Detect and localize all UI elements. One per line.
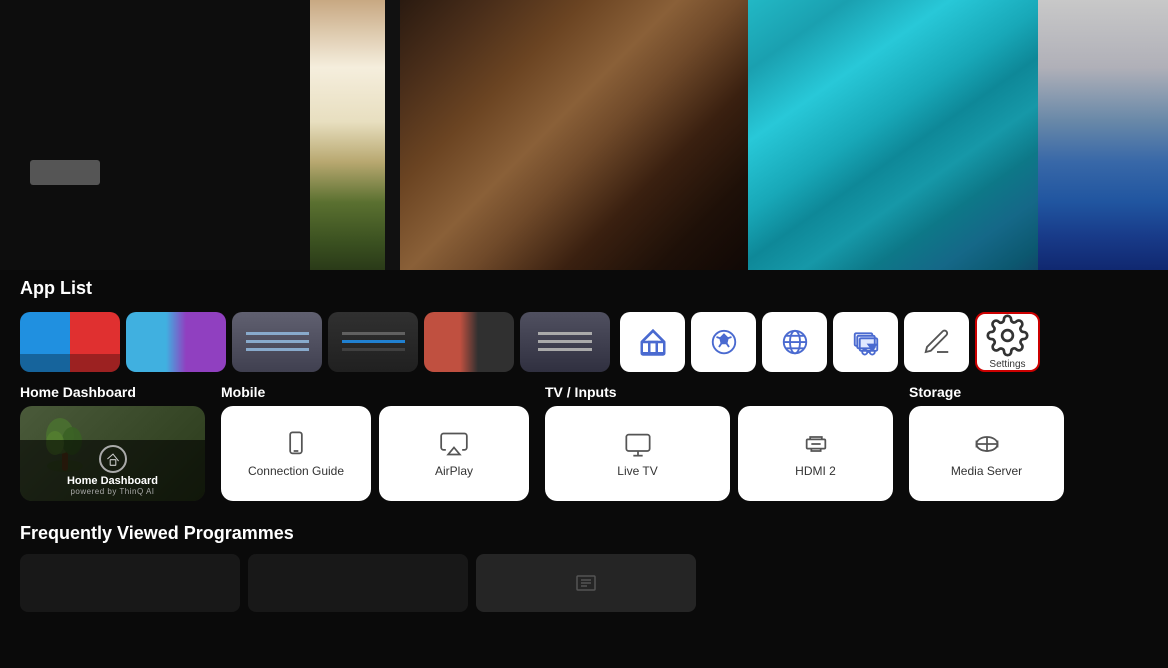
media-server-label: Media Server [951, 464, 1022, 478]
tv-inputs-items: Live TV HDMI 2 [545, 406, 893, 501]
app-tile-5[interactable] [424, 312, 514, 372]
app-tile-3[interactable] [232, 312, 322, 372]
home-icon [638, 327, 668, 357]
small-label-box [30, 160, 100, 185]
airplay-label: AirPlay [435, 464, 473, 478]
thinq-badge: powered by ThinQ AI [70, 487, 154, 496]
bg-dark-left [0, 0, 310, 270]
freq-item-2[interactable] [248, 554, 468, 612]
hdmi2-label: HDMI 2 [795, 464, 836, 478]
app-tile-4[interactable] [328, 312, 418, 372]
frequently-viewed-items [20, 554, 1148, 612]
home-dashboard-label: Home Dashboard [67, 475, 158, 487]
airplay-icon [440, 430, 468, 458]
app-tile-2[interactable] [126, 312, 226, 372]
home-icon-circle [99, 445, 127, 473]
bg-thumb-teal [748, 0, 1038, 270]
freq-item-3[interactable] [476, 554, 696, 612]
mobile-title: Mobile [221, 384, 529, 400]
tv-icon [624, 430, 652, 458]
app-tile-1[interactable] [20, 312, 120, 372]
app-tile-home-icon[interactable] [620, 312, 685, 372]
bg-thumb-blue [1038, 0, 1168, 270]
live-tv-label: Live TV [617, 464, 657, 478]
connection-guide-card[interactable]: Connection Guide [221, 406, 371, 501]
settings-icon-gear [986, 314, 1029, 357]
app-tile-settings-icon[interactable]: Settings [975, 312, 1040, 372]
media-library-icon [851, 327, 881, 357]
soccer-icon [709, 327, 739, 357]
app-tile-edit-icon[interactable] [904, 312, 969, 372]
frequently-viewed-title: Frequently Viewed Programmes [20, 515, 1148, 544]
connection-guide-label: Connection Guide [248, 464, 344, 478]
globe-icon [780, 327, 810, 357]
media-server-icon [973, 430, 1001, 458]
app-list-row: Settings [20, 309, 1148, 374]
background-thumbnails [0, 0, 1168, 270]
storage-section: Storage Media Server [909, 384, 1064, 501]
hdmi-icon [802, 430, 830, 458]
app-tile-6[interactable] [520, 312, 610, 372]
home-dashboard-card[interactable]: Home Dashboard powered by ThinQ AI [20, 406, 205, 501]
bg-gap1 [385, 0, 400, 270]
storage-items: Media Server [909, 406, 1064, 501]
app-tile-6-lines [538, 340, 592, 343]
app-tile-3-lines [246, 340, 309, 343]
list-icon [574, 571, 598, 595]
app-tile-4-lines [342, 340, 405, 343]
frequently-viewed-section: Frequently Viewed Programmes [20, 515, 1148, 612]
mobile-items: Connection Guide AirPlay [221, 406, 529, 501]
bg-thumb-earth [400, 0, 748, 270]
bg-thumb-book [310, 0, 385, 270]
app-tile-soccer-icon[interactable] [691, 312, 756, 372]
mobile-section: Mobile Connection Guide AirPlay [221, 384, 529, 501]
hdmi2-card[interactable]: HDMI 2 [738, 406, 893, 501]
settings-label: Settings [989, 359, 1025, 370]
app-list-title: App List [20, 270, 1148, 299]
categories-row: Home Dashboard [20, 384, 1148, 501]
app-tile-media-icon[interactable] [833, 312, 898, 372]
main-content: App List [0, 270, 1168, 668]
home-dashboard-section: Home Dashboard [20, 384, 205, 501]
edit-icon [922, 327, 952, 357]
freq-item-1[interactable] [20, 554, 240, 612]
airplay-card[interactable]: AirPlay [379, 406, 529, 501]
live-tv-card[interactable]: Live TV [545, 406, 730, 501]
mobile-phone-icon [282, 430, 310, 458]
app-tile-globe-icon[interactable] [762, 312, 827, 372]
home-dashboard-title: Home Dashboard [20, 384, 205, 400]
media-server-card[interactable]: Media Server [909, 406, 1064, 501]
home-small-icon [106, 452, 120, 466]
home-dashboard-card-inner: Home Dashboard powered by ThinQ AI [20, 440, 205, 501]
home-dashboard-items: Home Dashboard powered by ThinQ AI [20, 406, 205, 501]
tv-inputs-section: TV / Inputs Live TV [545, 384, 893, 501]
tv-inputs-title: TV / Inputs [545, 384, 893, 400]
storage-title: Storage [909, 384, 1064, 400]
